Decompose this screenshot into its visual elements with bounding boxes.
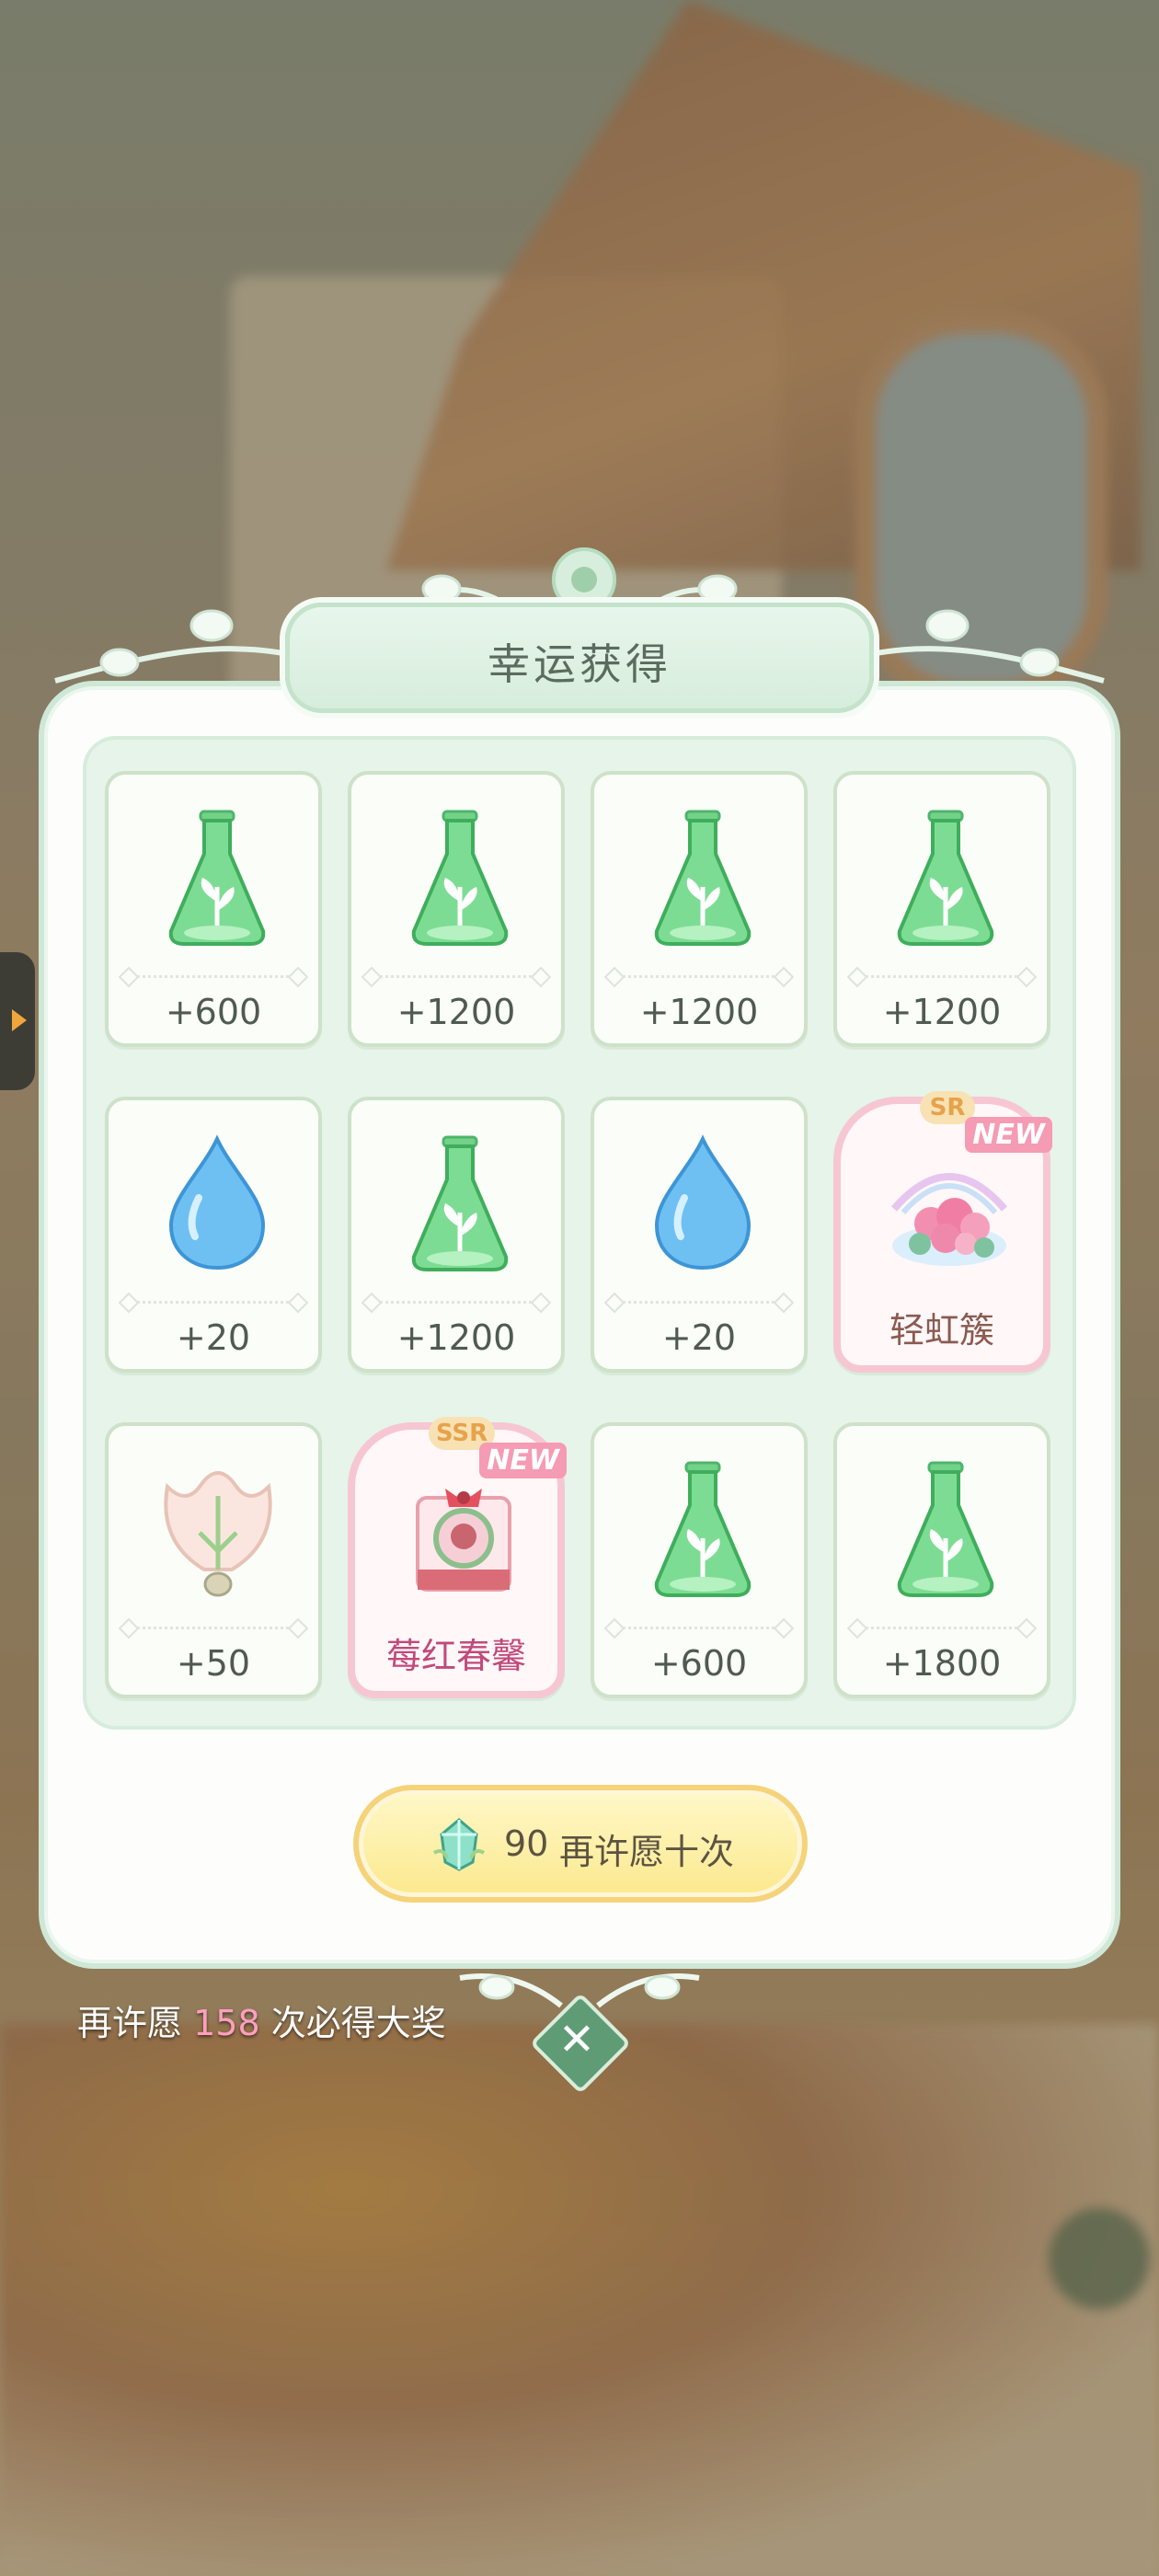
card-divider <box>607 1301 791 1304</box>
card-divider <box>121 975 305 978</box>
card-divider <box>850 975 1034 978</box>
reward-item-card[interactable]: +20 <box>105 1097 322 1373</box>
gift-cake-icon <box>416 1489 511 1592</box>
water-drop-icon <box>168 1134 266 1271</box>
dialog-title: 幸运获得 <box>488 639 671 689</box>
petal-icon <box>164 1471 272 1597</box>
card-divider <box>364 975 548 978</box>
outfit-reward-card[interactable]: SSR NEW 莓红春馨 <box>348 1417 567 1698</box>
reward-item-card[interactable]: +20 <box>591 1097 808 1373</box>
card-divider <box>607 1627 791 1629</box>
crystal-currency-icon <box>432 1818 486 1871</box>
growth-flask-icon <box>654 1461 752 1597</box>
close-icon[interactable]: ✕ <box>545 2007 609 2072</box>
pity-prefix: 再许愿 <box>77 2003 183 2043</box>
growth-flask-icon <box>411 1135 509 1271</box>
reward-amount: +20 <box>176 1317 251 1358</box>
flower-cluster-icon <box>890 1173 1008 1266</box>
reward-amount: +1800 <box>882 1643 1002 1684</box>
reward-item-card[interactable]: +600 <box>591 1422 808 1698</box>
card-divider <box>607 975 791 978</box>
wish-ten-again-button[interactable]: 90 再许愿十次 <box>353 1785 808 1903</box>
outfit-name: 莓红春馨 <box>385 1636 526 1676</box>
reward-item-card[interactable]: +1200 <box>591 771 808 1047</box>
growth-flask-icon <box>897 810 994 946</box>
side-expand-tab[interactable] <box>0 952 35 1090</box>
growth-flask-icon <box>897 1461 994 1597</box>
reward-amount: +1200 <box>396 1317 516 1358</box>
reward-item-card[interactable]: +1200 <box>348 1097 565 1373</box>
reward-item-card[interactable]: +1200 <box>833 771 1050 1047</box>
reward-amount: +1200 <box>639 992 759 1032</box>
growth-flask-icon <box>654 810 752 946</box>
outfit-reward-card[interactable]: SR NEW 轻虹簇 <box>833 1091 1052 1373</box>
wish-cost: 90 <box>504 1823 549 1864</box>
pity-suffix: 次必得大奖 <box>270 2003 446 2043</box>
pity-count: 158 <box>193 2003 260 2043</box>
chevron-right-icon <box>12 1009 27 1031</box>
title-banner: 幸运获得 <box>285 603 874 713</box>
reward-item-card[interactable]: +1800 <box>833 1422 1050 1698</box>
water-drop-icon <box>654 1134 752 1271</box>
reward-amount: +1200 <box>396 992 516 1032</box>
growth-flask-icon <box>168 810 266 946</box>
card-divider <box>364 1301 548 1304</box>
reward-amount: +20 <box>661 1317 737 1358</box>
pity-counter-text: 再许愿 158 次必得大奖 <box>77 1995 446 2045</box>
reward-item-card[interactable]: +1200 <box>348 771 565 1047</box>
reward-item-card[interactable]: +600 <box>105 771 322 1047</box>
reward-amount: +600 <box>650 1643 748 1684</box>
card-divider <box>121 1301 305 1304</box>
reward-amount: +600 <box>165 992 262 1032</box>
growth-flask-icon <box>411 810 509 946</box>
reward-item-card[interactable]: +50 <box>105 1422 322 1698</box>
reward-amount: +50 <box>176 1643 251 1684</box>
outfit-name: 轻虹簇 <box>889 1310 994 1351</box>
card-divider <box>121 1627 305 1629</box>
wish-label: 再许愿十次 <box>559 1832 735 1872</box>
card-divider <box>850 1627 1034 1629</box>
reward-amount: +1200 <box>882 992 1002 1032</box>
